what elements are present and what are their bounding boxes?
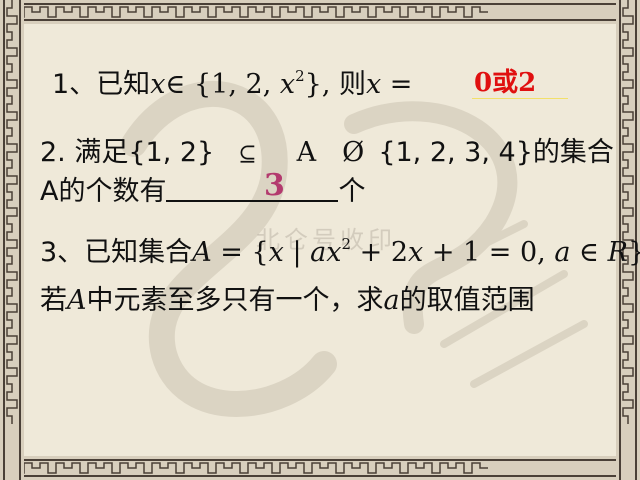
empty-set-symbol: Ø [342,137,365,168]
top-border-pattern [0,0,640,24]
question-1-number: 1、 [52,69,97,100]
term-plus-2: + 2 [351,237,408,268]
set-closing: }, [304,69,339,100]
real-numbers-r: R [607,237,628,268]
term-ax: ax [310,237,342,268]
question-1-answer-underline [472,98,568,99]
question-1-answer: 0或2 [474,68,537,98]
question-2-answer: 3 [264,168,285,203]
variable-x-2: x [365,69,382,100]
slide: 1、已知x∈ {1, 2, x2}, 则x = 0或2 2. 满足{1, 2} ⊆… [0,0,640,480]
question-3-number: 3、 [40,237,85,268]
superset-text: {1, 2, 3, 4}的集合 [378,137,614,168]
parameter-a: a [554,237,571,268]
question-3-set-a: A [67,285,87,316]
term-ax-exponent: 2 [341,235,352,253]
question-1-then: 则 [338,69,366,100]
question-3-ask: 的取值范围 [399,285,535,316]
question-3-condition: 中元素至多只有一个，求 [86,285,384,316]
question-2-text: 2. 满足{1, 2} [40,137,215,168]
question-1-prefix: 已知 [96,69,151,100]
term-x: x [408,237,424,268]
set-definition-close: }, [628,237,640,268]
answer-blank [166,174,339,202]
question-3-line-1: 3、已知集合A = {x | ax2 + 2x + 1 = 0, a ∈ R}, [40,236,640,270]
question-3-prefix: 已知集合 [84,237,193,268]
element-x: x [268,237,284,268]
set-opening: ∈ {1, 2, [165,69,280,100]
such-that-bar: | [283,237,311,268]
x-squared-base: x [279,69,296,100]
bottom-border-pattern [0,456,640,480]
question-2-line-2: A的个数有 个 [40,174,365,209]
x-squared-exponent: 2 [295,67,305,85]
equation-end: + 1 = 0, [423,237,555,268]
set-name-a: A [192,237,212,268]
question-2-count-prefix: A的个数有 [40,176,167,207]
question-2-line-1: 2. 满足{1, 2} ⊆ A Ø {1, 2, 3, 4}的集合 [40,136,614,172]
variable-x: x [150,69,166,100]
question-1: 1、已知x∈ {1, 2, x2}, 则x = [52,68,412,102]
set-a-label: A [296,137,317,168]
question-3-line-2: 若A中元素至多只有一个，求a的取值范围 [40,284,535,318]
left-border-pattern [0,0,24,480]
element-of: ∈ [570,237,608,268]
equals-sign: = [381,69,413,100]
set-definition-start: = { [211,237,269,268]
question-3-if: 若 [40,285,67,316]
question-2-count-suffix: 个 [338,176,366,207]
subset-symbol: ⊆ [238,142,257,167]
question-3-var-a: a [383,285,400,316]
